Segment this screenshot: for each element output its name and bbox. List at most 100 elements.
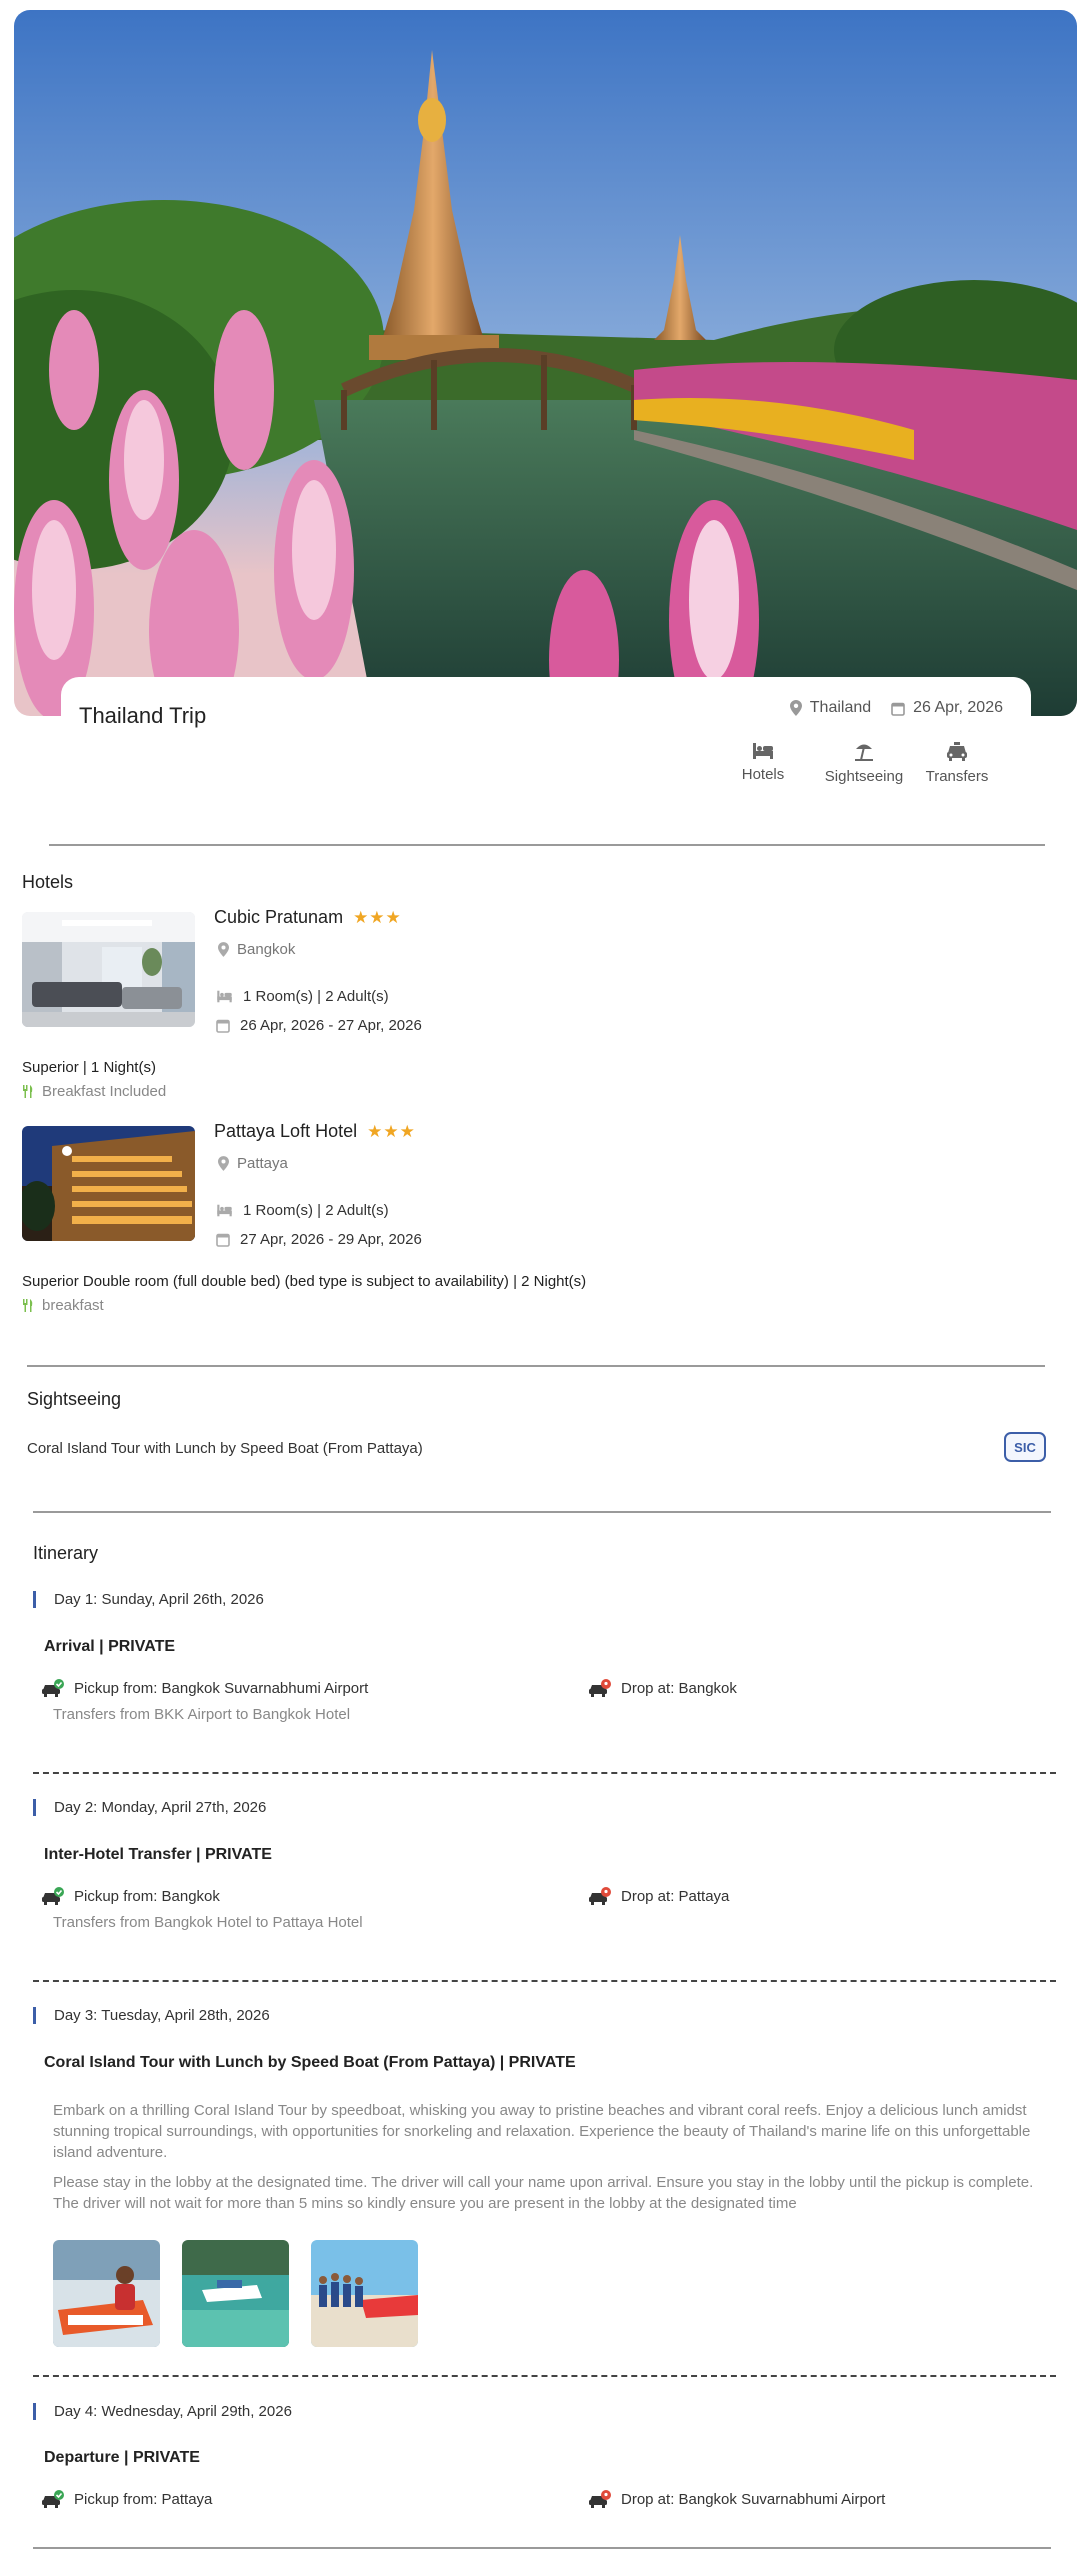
drop-info: Drop at: Bangkok	[589, 1679, 737, 1697]
pickup-text: Pickup from: Bangkok	[74, 1887, 220, 1905]
itinerary-item-title: Departure | PRIVATE	[44, 2449, 200, 2466]
star-rating: ★★★	[367, 1121, 416, 1141]
transfer-note: Transfers from BKK Airport to Bangkok Ho…	[53, 1706, 351, 1723]
drop-text: Drop at: Pattaya	[621, 1887, 730, 1905]
room-type: Superior | 1 Night(s)	[22, 1059, 156, 1076]
divider	[33, 1511, 1051, 1513]
trip-summary-card: Thailand Trip Thailand 26 Apr, 2026 Hote…	[61, 677, 1031, 807]
trip-services: Hotels Sightseeing Transfers	[721, 742, 991, 785]
meal-plan: breakfast	[22, 1297, 104, 1314]
hotel-dates-text: 27 Apr, 2026 - 29 Apr, 2026	[240, 1231, 422, 1248]
calendar-icon	[216, 1233, 230, 1247]
itinerary-item-title: Coral Island Tour with Lunch by Speed Bo…	[44, 2054, 576, 2071]
hotels-section-title: Hotels	[22, 872, 74, 892]
bed-icon	[753, 743, 773, 759]
hotel-rooms-text: 1 Room(s) | 2 Adult(s)	[243, 1202, 389, 1219]
day-accent-bar	[33, 2007, 36, 2024]
divider	[49, 844, 1045, 846]
pickup-text: Pickup from: Pattaya	[74, 2490, 213, 2508]
hotel-name-text: Cubic Pratunam	[214, 907, 344, 927]
service-label: Sightseeing	[824, 768, 904, 785]
day-heading: Day 4: Wednesday, April 29th, 2026	[33, 2403, 292, 2420]
hotel-rooms: 1 Room(s) | 2 Adult(s)	[216, 1202, 389, 1219]
meal-plan: Breakfast Included	[22, 1083, 166, 1100]
car-pickup-icon	[42, 1679, 64, 1697]
car-drop-icon	[589, 2490, 611, 2508]
hotel-rooms: 1 Room(s) | 2 Adult(s)	[216, 988, 389, 1005]
hotel-dates-text: 26 Apr, 2026 - 27 Apr, 2026	[240, 1017, 422, 1034]
trip-date-text: 26 Apr, 2026	[913, 699, 1003, 716]
day-separator	[33, 1980, 1056, 1982]
hotel-name-text: Pattaya Loft Hotel	[214, 1121, 358, 1141]
trip-meta: Thailand 26 Apr, 2026	[789, 699, 1003, 717]
hotel-city: Pattaya	[218, 1155, 288, 1172]
trip-date: 26 Apr, 2026	[891, 699, 1003, 717]
tour-photo	[311, 2240, 418, 2347]
bed-icon	[217, 1204, 232, 1217]
car-pickup-icon	[42, 1887, 64, 1905]
hotel-city-text: Bangkok	[237, 941, 296, 958]
drop-text: Drop at: Bangkok	[621, 1679, 737, 1697]
cutlery-icon	[23, 1085, 33, 1098]
day-heading: Day 2: Monday, April 27th, 2026	[33, 1799, 266, 1816]
day-heading: Day 1: Sunday, April 26th, 2026	[33, 1591, 264, 1608]
pickup-info: Pickup from: Pattaya	[42, 2490, 212, 2508]
service-hotels[interactable]: Hotels	[721, 742, 805, 785]
hotel-rooms-text: 1 Room(s) | 2 Adult(s)	[243, 988, 389, 1005]
drop-info: Drop at: Pattaya	[589, 1887, 729, 1905]
hero-image	[14, 10, 1077, 716]
service-label: Hotels	[741, 766, 785, 783]
pickup-info: Pickup from: Bangkok	[42, 1887, 220, 1905]
itinerary-item-title: Arrival | PRIVATE	[44, 1638, 176, 1655]
hotel-city-text: Pattaya	[237, 1155, 288, 1172]
location-pin-icon	[218, 1156, 229, 1171]
pickup-text: Pickup from: Bangkok Suvarnabhumi Airpor…	[74, 1679, 369, 1697]
day-accent-bar	[33, 1799, 36, 1816]
pickup-instructions: Please stay in the lobby at the designat…	[53, 2174, 1034, 2212]
itinerary-item-title: Inter-Hotel Transfer | PRIVATE	[44, 1846, 272, 1863]
day-heading-text: Day 4: Wednesday, April 29th, 2026	[54, 2403, 292, 2420]
location-pin-icon	[789, 700, 802, 716]
service-sightseeing[interactable]: Sightseeing	[823, 742, 905, 785]
transfer-note: Transfers from Bangkok Hotel to Pattaya …	[53, 1914, 363, 1931]
sightseeing-section-title: Sightseeing	[27, 1389, 122, 1409]
trip-location-text: Thailand	[809, 699, 872, 716]
calendar-icon	[216, 1019, 230, 1033]
hotel-image	[22, 1126, 195, 1241]
hotel-dates: 27 Apr, 2026 - 29 Apr, 2026	[216, 1231, 422, 1248]
car-pickup-icon	[42, 2490, 64, 2508]
cutlery-icon	[23, 1299, 33, 1312]
day-heading-text: Day 3: Tuesday, April 28th, 2026	[54, 2007, 270, 2024]
tour-photo	[53, 2240, 160, 2347]
hotel-image	[22, 912, 195, 1027]
day-accent-bar	[33, 2403, 36, 2420]
trip-location: Thailand	[789, 699, 872, 717]
bed-icon	[217, 990, 232, 1003]
meal-plan-text: breakfast	[42, 1297, 104, 1314]
tour-photo	[182, 2240, 289, 2347]
divider	[33, 2547, 1051, 2549]
drop-info: Drop at: Bangkok Suvarnabhumi Airport	[589, 2490, 885, 2508]
day-separator	[33, 1772, 1056, 1774]
hotel-city: Bangkok	[218, 941, 295, 958]
hotel-name: Pattaya Loft Hotel ★★★	[214, 1121, 416, 1142]
divider	[27, 1365, 1045, 1367]
location-pin-icon	[218, 942, 229, 957]
meal-plan-text: Breakfast Included	[42, 1083, 167, 1100]
hotel-dates: 26 Apr, 2026 - 27 Apr, 2026	[216, 1017, 422, 1034]
beach-umbrella-icon	[855, 744, 873, 761]
day-heading-text: Day 2: Monday, April 27th, 2026	[54, 1799, 267, 1816]
day-accent-bar	[33, 1591, 36, 1608]
day-separator	[33, 2375, 1056, 2377]
service-transfers[interactable]: Transfers	[923, 742, 991, 785]
sic-badge: SIC	[1004, 1432, 1046, 1462]
sightseeing-item-name: Coral Island Tour with Lunch by Speed Bo…	[27, 1440, 423, 1457]
hotel-name: Cubic Pratunam ★★★	[214, 907, 402, 928]
drop-text: Drop at: Bangkok Suvarnabhumi Airport	[621, 2490, 886, 2508]
day-heading-text: Day 1: Sunday, April 26th, 2026	[54, 1591, 264, 1608]
calendar-icon	[891, 702, 905, 716]
car-drop-icon	[589, 1679, 611, 1697]
taxi-icon	[947, 742, 967, 761]
day-heading: Day 3: Tuesday, April 28th, 2026	[33, 2007, 270, 2024]
pickup-info: Pickup from: Bangkok Suvarnabhumi Airpor…	[42, 1679, 368, 1697]
